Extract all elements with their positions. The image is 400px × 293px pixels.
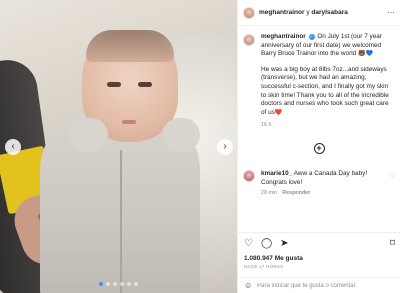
comment-author-link[interactable]: kmarie10_ [261, 170, 292, 177]
comment-timestamp: 28 min [261, 190, 278, 197]
baby-eye-left [107, 82, 121, 87]
post-header: meghantrainor y darylsabara ··· [238, 0, 400, 26]
avatar[interactable] [243, 6, 255, 19]
caption-emoji-2: ❤️ [274, 109, 283, 116]
caption-author-link[interactable]: meghantrainor [261, 33, 306, 40]
caption-timestamp: 16 h [261, 122, 272, 129]
comment-like-heart-icon[interactable]: ♡ [390, 170, 395, 198]
chevron-left-icon: ‹ [11, 141, 15, 152]
heart-icon[interactable]: ♡ [244, 239, 253, 249]
baby-zipper [120, 150, 122, 293]
baby-fist-left [70, 118, 108, 152]
more-icon[interactable]: ··· [387, 8, 395, 17]
baby-eye-right [138, 82, 152, 87]
carousel-dot[interactable] [99, 282, 103, 286]
carousel-dots [0, 282, 237, 286]
caption-emoji-1: 🐻💙 [357, 51, 373, 58]
caption-text-2: He was a big boy at 8lbs 7oz...and sidew… [261, 65, 389, 116]
carousel-dot[interactable] [127, 282, 131, 286]
header-user-link[interactable]: meghantrainor [259, 9, 305, 16]
carousel-dot[interactable] [120, 282, 124, 286]
reply-button[interactable]: Responder [282, 190, 310, 196]
baby-hair [86, 30, 174, 62]
comment-avatar[interactable] [243, 169, 255, 182]
next-slide-button[interactable]: › [217, 139, 233, 155]
share-icon[interactable]: ➤ [280, 239, 288, 249]
caption: meghantrainor ✓ On July 1st (our 7 year … [238, 26, 400, 130]
comment-meta: 28 min Responder [261, 189, 387, 198]
plus-circle-icon[interactable]: + [313, 142, 325, 154]
action-row: ♡ ◯ ➤ ⌑ [244, 237, 395, 251]
comment-item: kmarie10_ Aww a Canada Day baby! Congrat… [238, 169, 400, 198]
header-coauthor-link[interactable]: darylsabara [311, 9, 348, 16]
bookmark-icon[interactable]: ⌑ [390, 239, 395, 249]
comment-icon[interactable]: ◯ [261, 239, 272, 249]
add-comment-bar: ☺ [238, 277, 400, 293]
comment-input[interactable] [257, 282, 395, 289]
carousel-dot[interactable] [134, 282, 138, 286]
carousel-dot[interactable] [113, 282, 117, 286]
prev-slide-button[interactable]: ‹ [5, 139, 21, 155]
verified-badge-icon: ✓ [308, 34, 315, 40]
post-panel: meghantrainor y darylsabara ··· meghantr… [237, 0, 400, 293]
likes-count[interactable]: 1.080.947 Me gusta [244, 255, 395, 262]
caption-avatar[interactable] [243, 34, 255, 46]
comment-body: kmarie10_ Aww a Canada Day baby! Congrat… [261, 170, 387, 198]
post-date: HACE 17 HORAS [244, 264, 284, 269]
smile-icon[interactable]: ☺ [244, 281, 252, 290]
baby-mouth [122, 120, 136, 124]
load-more-comments[interactable]: + [238, 142, 400, 154]
carousel-dot[interactable] [106, 282, 110, 286]
chevron-right-icon: › [223, 141, 227, 152]
header-usernames: meghantrainor y darylsabara [259, 9, 348, 16]
caption-body: meghantrainor ✓ On July 1st (our 7 year … [261, 33, 395, 130]
post-media[interactable]: ‹ › [0, 0, 237, 293]
action-bar: ♡ ◯ ➤ ⌑ 1.080.947 Me gusta HACE 17 HORAS [238, 232, 400, 269]
post-modal: ‹ › meghantrainor y darylsabara ··· megh… [0, 0, 400, 293]
baby-fist-right [162, 118, 200, 152]
